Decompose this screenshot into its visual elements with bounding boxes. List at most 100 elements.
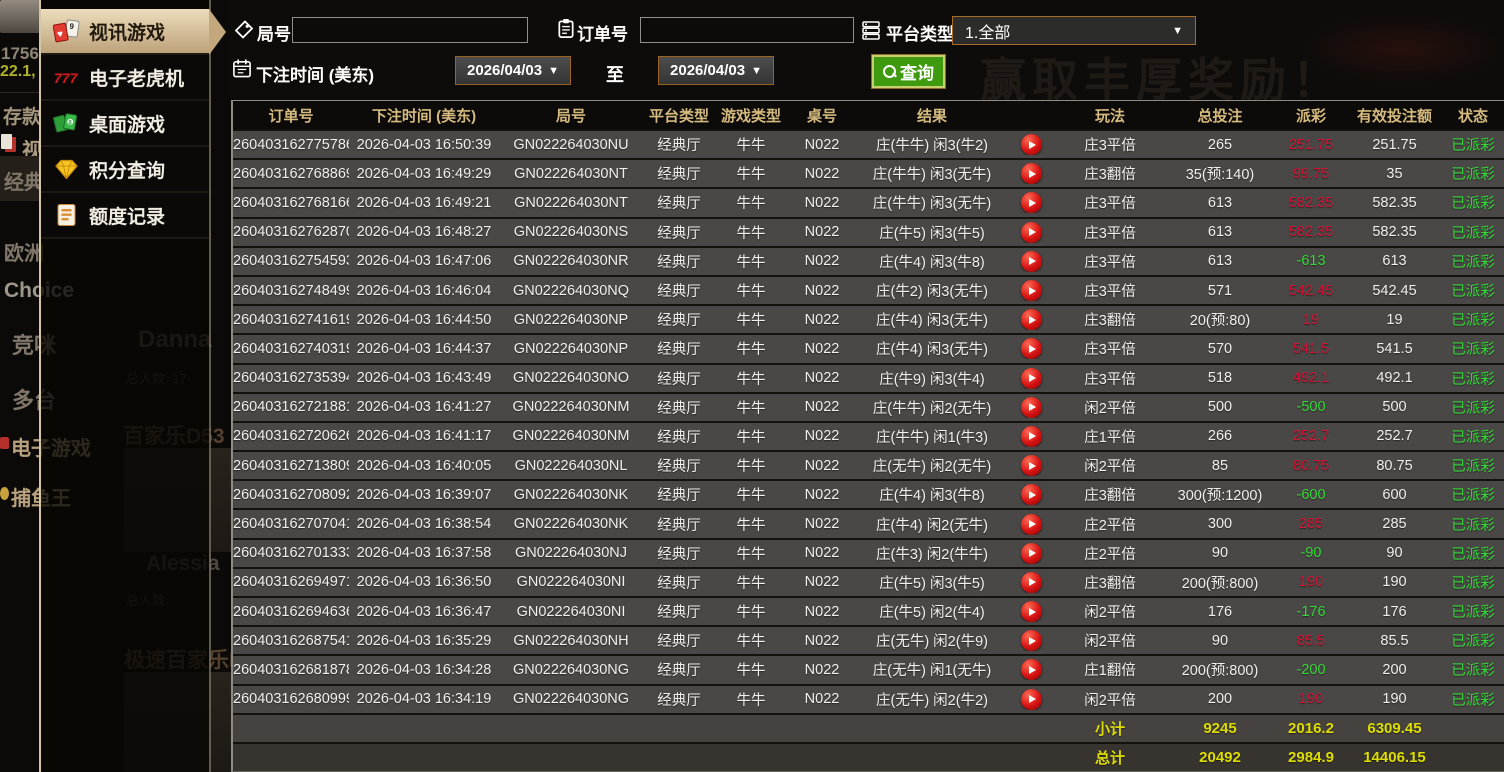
play-button[interactable] bbox=[1020, 455, 1042, 477]
round-no: GN022264030NI bbox=[516, 574, 626, 591]
date-to-value: 2026/04/03 bbox=[670, 62, 746, 79]
payout: -600 bbox=[1296, 486, 1326, 503]
status: 已派彩 bbox=[1451, 517, 1495, 534]
payout: 251.75 bbox=[1288, 136, 1334, 153]
result: 庄(牛3) 闲2(牛牛) bbox=[876, 546, 988, 563]
table-no: N022 bbox=[804, 632, 840, 649]
status: 已派彩 bbox=[1451, 284, 1495, 301]
valid-bet: 252.7 bbox=[1376, 428, 1413, 445]
date-from-picker[interactable]: 2026/04/03 ▼ bbox=[455, 56, 571, 85]
subtotal-valid: 6309.45 bbox=[1367, 719, 1422, 737]
table-no: N022 bbox=[804, 691, 840, 708]
play-button[interactable] bbox=[1020, 338, 1042, 360]
order-no-input[interactable] bbox=[640, 17, 854, 43]
result: 庄(牛4) 闲3(无牛) bbox=[876, 342, 988, 359]
subtotal-bet: 9245 bbox=[1203, 719, 1237, 737]
round-no: GN022264030NS bbox=[513, 224, 629, 241]
platform-type-select[interactable]: 1.全部 ▼ bbox=[952, 16, 1196, 45]
menu-item-credit-records[interactable]: 额度记录 bbox=[41, 193, 209, 239]
result: 庄(无牛) 闲2(牛9) bbox=[876, 634, 988, 651]
play-button[interactable] bbox=[1020, 163, 1042, 185]
play-button[interactable] bbox=[1020, 221, 1042, 243]
play-button[interactable] bbox=[1020, 484, 1042, 506]
total-valid: 14406.15 bbox=[1363, 748, 1426, 766]
result: 庄(无牛) 闲1(无牛) bbox=[872, 663, 992, 680]
play-button[interactable] bbox=[1020, 659, 1042, 681]
play bbox=[1007, 659, 1055, 681]
order-no: 260403162694636 bbox=[233, 603, 349, 620]
menu-item-table-games[interactable]: $ 桌面游戏 bbox=[41, 101, 209, 147]
play-button[interactable] bbox=[1020, 542, 1042, 564]
play-button[interactable] bbox=[1020, 250, 1042, 272]
payout: -200 bbox=[1296, 661, 1326, 678]
play-button[interactable] bbox=[1020, 425, 1042, 447]
balance-primary: 1756 bbox=[1, 44, 39, 63]
table-body: 260403162775786 2026-04-03 16:50:39 GN0222… bbox=[233, 129, 1504, 713]
query-button[interactable]: 查询 bbox=[872, 55, 945, 88]
platform-type-value: 1.全部 bbox=[965, 24, 1011, 42]
status: 已派彩 bbox=[1451, 225, 1495, 242]
valid-bet: 541.5 bbox=[1376, 340, 1413, 357]
play-button[interactable] bbox=[1020, 396, 1042, 418]
table-row: 260403162775786 2026-04-03 16:50:39 GN0222… bbox=[233, 129, 1504, 159]
payout: 80.75 bbox=[1292, 457, 1330, 474]
play-button[interactable] bbox=[1020, 280, 1042, 302]
play-icon bbox=[1028, 257, 1036, 266]
valid-bet: 600 bbox=[1382, 486, 1407, 503]
order-no: 260403162741619 bbox=[233, 311, 349, 328]
play-button[interactable] bbox=[1020, 367, 1042, 389]
table-no: N022 bbox=[804, 311, 840, 328]
payout: 190 bbox=[1298, 691, 1324, 708]
table-row: 260403162768869 2026-04-03 16:49:29 GN0222… bbox=[233, 158, 1504, 188]
date-to-picker[interactable]: 2026/04/03 ▼ bbox=[658, 56, 774, 85]
valid-bet: 35 bbox=[1386, 165, 1403, 182]
menu-item-points-query[interactable]: 积分查询 bbox=[41, 147, 209, 193]
total-payout: 2984.9 bbox=[1288, 748, 1334, 766]
play-button[interactable] bbox=[1020, 601, 1042, 623]
table-no: N022 bbox=[804, 428, 840, 445]
platform-type-label: 平台类型 bbox=[886, 25, 954, 44]
play-type: 庄2平倍 bbox=[1084, 517, 1136, 534]
table-no: N022 bbox=[804, 370, 840, 387]
payout: 99.75 bbox=[1292, 165, 1330, 182]
play-icon bbox=[1028, 374, 1036, 383]
play-button[interactable] bbox=[1020, 513, 1042, 535]
status: 已派彩 bbox=[1451, 429, 1495, 446]
play-button[interactable] bbox=[1020, 134, 1042, 156]
round-no: GN022264030NT bbox=[514, 165, 628, 182]
menu-item-label: 视讯游戏 bbox=[89, 22, 166, 44]
play-button[interactable] bbox=[1020, 630, 1042, 652]
play-type: 庄3平倍 bbox=[1084, 138, 1136, 155]
bet-time: 2026-04-03 16:40:05 bbox=[356, 457, 492, 474]
table-row: 260403162740319 2026-04-03 16:44:37 GN0222… bbox=[233, 333, 1504, 363]
play-type: 闲2平倍 bbox=[1084, 400, 1136, 417]
platform-type: 经典厅 bbox=[657, 400, 701, 417]
game-type: 牛牛 bbox=[736, 138, 766, 155]
play-button[interactable] bbox=[1020, 688, 1042, 710]
slot-777-icon: 777 bbox=[54, 70, 79, 87]
play bbox=[1007, 571, 1055, 593]
game-type: 牛牛 bbox=[736, 517, 766, 534]
payout: 582.35 bbox=[1288, 194, 1334, 211]
total-bet: 613 bbox=[1207, 224, 1233, 241]
total-bet: 200 bbox=[1207, 691, 1233, 708]
table-row: 260403162735394 2026-04-03 16:43:49 GN0222… bbox=[233, 362, 1504, 392]
play-button[interactable] bbox=[1020, 571, 1042, 593]
play-type: 庄3平倍 bbox=[1084, 371, 1136, 388]
menu-item-video-games[interactable]: 9 ♥ 视讯游戏 bbox=[41, 9, 226, 55]
table-row: 260403162741619 2026-04-03 16:44:50 GN0222… bbox=[233, 304, 1504, 334]
play-button[interactable] bbox=[1020, 309, 1042, 331]
total-bet: 200(预:800) bbox=[1181, 575, 1259, 592]
column-header-payout: 派彩 bbox=[1295, 107, 1326, 125]
round-no-input[interactable] bbox=[292, 17, 528, 43]
column-header-bet-time: 下注时间 (美东) bbox=[371, 107, 477, 125]
total-label: 总计 bbox=[1094, 749, 1125, 767]
order-no: 260403162708092 bbox=[233, 486, 349, 503]
menu-item-slots[interactable]: 777 电子老虎机 bbox=[41, 55, 209, 101]
play bbox=[1007, 250, 1055, 272]
order-no: 260403162701333 bbox=[233, 545, 349, 562]
table-no: N022 bbox=[804, 165, 840, 182]
result: 庄(牛4) 闲3(牛8) bbox=[879, 254, 985, 271]
round-no: GN022264030NP bbox=[513, 311, 629, 328]
play-button[interactable] bbox=[1020, 192, 1042, 214]
